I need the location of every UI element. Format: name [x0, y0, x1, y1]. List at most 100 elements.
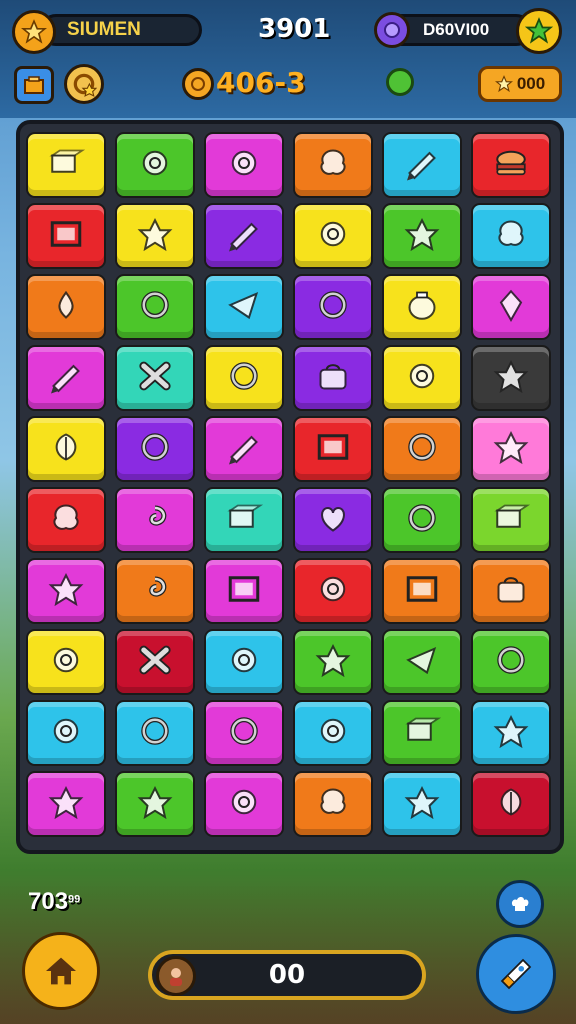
tile-r4-c0[interactable] — [26, 416, 106, 482]
box-icon — [402, 713, 442, 754]
frame-icon — [313, 429, 353, 470]
tile-r7-c2[interactable] — [204, 629, 284, 695]
tile-r7-c1[interactable] — [115, 629, 195, 695]
tile-r5-c4[interactable] — [382, 487, 462, 553]
tile-r8-c4[interactable] — [382, 700, 462, 766]
tile-r2-c3[interactable] — [293, 274, 373, 340]
swirl-icon — [135, 571, 175, 612]
jar-icon — [402, 287, 442, 328]
tile-r4-c2[interactable] — [204, 416, 284, 482]
tile-r4-c3[interactable] — [293, 416, 373, 482]
frame-icon — [224, 571, 264, 612]
star-icon — [402, 784, 442, 825]
gear-icon — [224, 145, 264, 186]
tile-r5-c5[interactable] — [471, 487, 551, 553]
ring-icon — [491, 642, 531, 683]
gear-icon — [224, 784, 264, 825]
blob-icon — [313, 784, 353, 825]
kite-icon — [224, 287, 264, 328]
tile-r7-c0[interactable] — [26, 629, 106, 695]
tile-r4-c1[interactable] — [115, 416, 195, 482]
tile-r6-c0[interactable] — [26, 558, 106, 624]
tile-r0-c3[interactable] — [293, 132, 373, 198]
tile-r2-c2[interactable] — [204, 274, 284, 340]
star-icon — [491, 358, 531, 399]
green-orb-icon — [386, 68, 414, 96]
star-icon — [46, 571, 86, 612]
tile-r0-c1[interactable] — [115, 132, 195, 198]
tile-r2-c4[interactable] — [382, 274, 462, 340]
tile-r9-c4[interactable] — [382, 771, 462, 837]
tile-r7-c5[interactable] — [471, 629, 551, 695]
tile-r3-c3[interactable] — [293, 345, 373, 411]
ring-icon — [402, 429, 442, 470]
tile-r1-c1[interactable] — [115, 203, 195, 269]
tile-r6-c2[interactable] — [204, 558, 284, 624]
tile-r6-c4[interactable] — [382, 558, 462, 624]
star-icon — [491, 713, 531, 754]
tile-r8-c2[interactable] — [204, 700, 284, 766]
tile-r9-c5[interactable] — [471, 771, 551, 837]
tile-r7-c4[interactable] — [382, 629, 462, 695]
tile-r5-c3[interactable] — [293, 487, 373, 553]
tile-r3-c2[interactable] — [204, 345, 284, 411]
tile-r1-c0[interactable] — [26, 203, 106, 269]
moves-count: 703 — [28, 888, 69, 915]
tile-r6-c1[interactable] — [115, 558, 195, 624]
level-code: 406-3 — [216, 66, 306, 99]
tile-r9-c2[interactable] — [204, 771, 284, 837]
shop-icon[interactable] — [14, 66, 54, 104]
gem-icon — [374, 12, 410, 48]
tile-r8-c0[interactable] — [26, 700, 106, 766]
tile-r3-c0[interactable] — [26, 345, 106, 411]
booster-button[interactable] — [476, 934, 556, 1014]
tile-r5-c2[interactable] — [204, 487, 284, 553]
tile-r9-c3[interactable] — [293, 771, 373, 837]
tile-r3-c4[interactable] — [382, 345, 462, 411]
tile-r8-c5[interactable] — [471, 700, 551, 766]
gear-icon — [135, 145, 175, 186]
tile-r5-c1[interactable] — [115, 487, 195, 553]
tile-r3-c1[interactable] — [115, 345, 195, 411]
tile-r4-c5[interactable] — [471, 416, 551, 482]
rocket-icon — [500, 958, 532, 990]
medal-icon[interactable] — [64, 64, 104, 104]
blob-icon — [313, 145, 353, 186]
tile-r6-c3[interactable] — [293, 558, 373, 624]
tile-r4-c4[interactable] — [382, 416, 462, 482]
tile-r0-c0[interactable] — [26, 132, 106, 198]
avatar — [156, 956, 196, 996]
star-icon — [135, 216, 175, 257]
tile-r1-c5[interactable] — [471, 203, 551, 269]
tile-r0-c2[interactable] — [204, 132, 284, 198]
tile-r8-c3[interactable] — [293, 700, 373, 766]
star-add-icon[interactable] — [516, 8, 562, 54]
tile-r5-c0[interactable] — [26, 487, 106, 553]
tile-r3-c5[interactable] — [471, 345, 551, 411]
tile-r9-c0[interactable] — [26, 771, 106, 837]
gear-icon — [313, 713, 353, 754]
tile-r9-c1[interactable] — [115, 771, 195, 837]
tile-r1-c3[interactable] — [293, 203, 373, 269]
tile-r1-c4[interactable] — [382, 203, 462, 269]
home-button[interactable] — [22, 932, 100, 1010]
tile-r0-c5[interactable] — [471, 132, 551, 198]
tile-r6-c5[interactable] — [471, 558, 551, 624]
coin-pill[interactable]: 000 — [478, 66, 562, 102]
score: 3901 — [258, 14, 331, 44]
pencil-icon — [46, 358, 86, 399]
tile-r2-c5[interactable] — [471, 274, 551, 340]
player-star-icon[interactable] — [12, 10, 56, 54]
gear-icon — [46, 642, 86, 683]
pencil-icon — [402, 145, 442, 186]
tile-r1-c2[interactable] — [204, 203, 284, 269]
tile-r2-c0[interactable] — [26, 274, 106, 340]
progress-value: 00 — [268, 960, 306, 990]
tile-r0-c4[interactable] — [382, 132, 462, 198]
ring-icon — [313, 287, 353, 328]
tile-r7-c3[interactable] — [293, 629, 373, 695]
hat-button[interactable] — [496, 880, 544, 928]
tile-r2-c1[interactable] — [115, 274, 195, 340]
star-small-icon — [494, 75, 513, 93]
tile-r8-c1[interactable] — [115, 700, 195, 766]
